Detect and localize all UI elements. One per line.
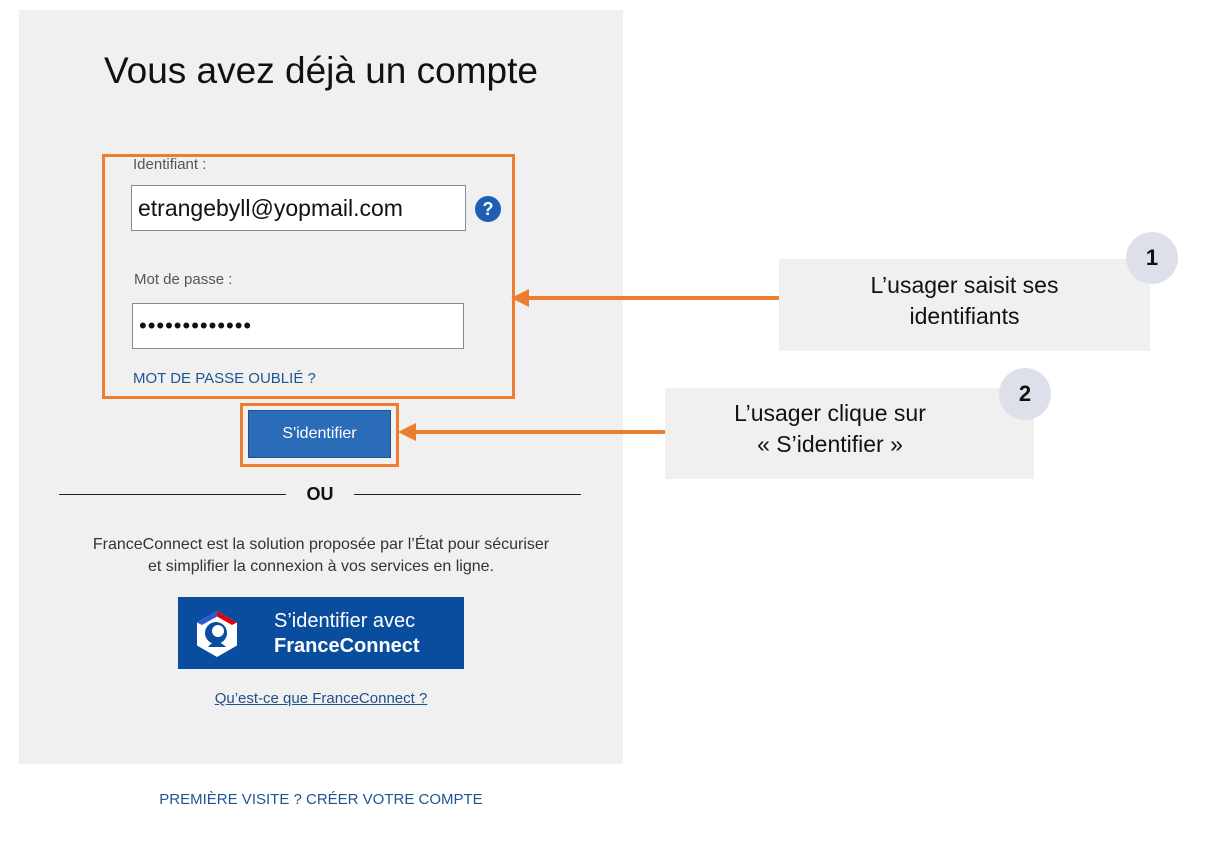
help-icon[interactable]: ? <box>475 196 501 222</box>
franceconnect-description-line2: et simplifier la connexion à vos service… <box>148 558 494 575</box>
annotation-badge-2: 2 <box>999 368 1051 420</box>
separator-line-right <box>354 494 581 495</box>
annotation-arrow-2 <box>413 430 665 434</box>
annotation-badge-1: 1 <box>1126 232 1178 284</box>
annotation-arrowhead-1 <box>511 289 529 307</box>
annotation-arrow-1 <box>526 296 779 300</box>
separator-text: OU <box>306 484 334 504</box>
franceconnect-info-link[interactable]: Qu’est-ce que FranceConnect ? <box>19 690 623 707</box>
page-title: Vous avez déjà un compte <box>103 50 538 91</box>
login-button[interactable]: S'identifier <box>248 410 391 458</box>
franceconnect-button[interactable]: S’identifier avec FranceConnect <box>178 597 464 669</box>
franceconnect-button-line1: S’identifier avec <box>274 610 416 632</box>
identifier-label: Identifiant : <box>133 156 207 173</box>
annotation-text-1-line1: L’usager saisit ses <box>870 272 1059 298</box>
franceconnect-logo-icon <box>197 611 237 657</box>
identifier-input[interactable] <box>131 185 466 231</box>
password-input[interactable] <box>132 303 464 349</box>
annotation-callout-2: L’usager clique sur « S’identifier » <box>665 388 1034 479</box>
separator-line-left <box>59 494 286 495</box>
franceconnect-description-line1: FranceConnect est la solution proposée p… <box>92 536 550 553</box>
create-account-link[interactable]: PREMIÈRE VISITE ? CRÉER VOTRE COMPTE <box>19 791 623 808</box>
franceconnect-description: FranceConnect est la solution proposée p… <box>19 534 623 578</box>
annotation-text-1: L’usager saisit ses identifiants <box>779 270 1150 332</box>
annotation-callout-1: L’usager saisit ses identifiants <box>779 259 1150 351</box>
franceconnect-button-line2: FranceConnect <box>274 635 420 657</box>
annotation-arrowhead-2 <box>398 423 416 441</box>
annotation-text-2-line1: L’usager clique sur <box>734 400 926 426</box>
annotation-text-2-line2: « S’identifier » <box>757 431 903 457</box>
annotation-text-2: L’usager clique sur « S’identifier » <box>665 398 995 460</box>
annotation-text-1-line2: identifiants <box>909 303 1020 329</box>
password-label: Mot de passe : <box>134 271 233 288</box>
forgot-password-link[interactable]: MOT DE PASSE OUBLIÉ ? <box>133 370 316 387</box>
